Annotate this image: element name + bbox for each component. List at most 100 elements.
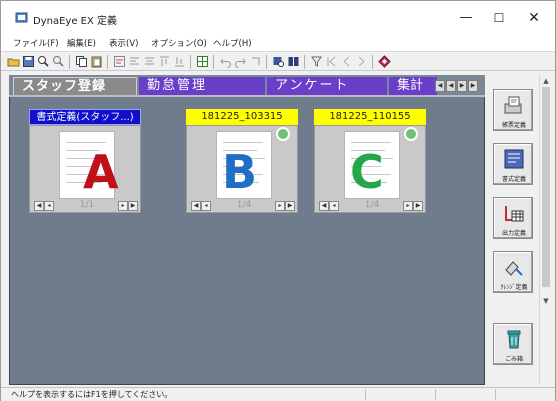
undo-icon[interactable] [219, 55, 232, 68]
cleansing-definition-icon [505, 261, 523, 276]
page-first-icon[interactable] [325, 55, 338, 68]
card-letter: B [222, 145, 258, 199]
maximize-button[interactable]: ☐ [484, 9, 514, 27]
check-badge-icon [276, 127, 290, 141]
side-button-label: ｸﾚﾝｼﾞ定義 [500, 284, 528, 291]
tab-divider [9, 95, 485, 97]
pager-prev-button[interactable]: ◀ [191, 201, 201, 211]
tab-scroll-next-button[interactable]: ▶ [457, 80, 467, 92]
align-left-icon[interactable] [128, 55, 141, 68]
tab-strip: スタッフ登録 勤怠管理 アンケート 集計 ◀ ◀ ▶ ▶ [9, 75, 485, 95]
status-bar: ヘルプを表示するにはF1を押してください。 [1, 387, 555, 401]
toolbar-separator [266, 55, 267, 69]
pager-prev-small-button[interactable]: ◂ [329, 201, 339, 211]
print-preview-icon[interactable] [37, 55, 50, 68]
paste-icon[interactable] [90, 55, 103, 68]
toolbar-separator [69, 55, 70, 69]
tab-scroll-first-button[interactable]: ◀ [435, 80, 445, 92]
menu-file[interactable]: ファイル(F) [13, 37, 59, 49]
scroll-thumb[interactable] [542, 87, 550, 287]
tab-aggregate[interactable]: 集計 [389, 77, 437, 95]
status-text: ヘルプを表示するにはF1を押してください。 [11, 390, 173, 399]
trash-button[interactable]: ごみ箱 [493, 323, 533, 365]
align-bottom-icon[interactable] [173, 55, 186, 68]
tab-survey[interactable]: アンケート [267, 77, 387, 95]
form-card[interactable]: 181225_103315 ◀ ◂ 1/4 ▸ ▶ B [186, 109, 298, 213]
card-label: 181225_103315 [186, 109, 298, 125]
save-icon[interactable] [22, 55, 35, 68]
open-folder-icon[interactable] [7, 55, 20, 68]
trash-icon [507, 330, 521, 349]
pager-next-button[interactable]: ▶ [413, 201, 423, 211]
scroll-down-icon[interactable]: ▼ [542, 297, 550, 305]
form-card[interactable]: 書式定義(スタッフ...) ◀ ◂ 1/1 ▸ ▶ A [29, 109, 141, 213]
side-button-label: 帳票定義 [501, 122, 526, 129]
image-search-icon[interactable] [272, 55, 285, 68]
align-top-icon[interactable] [158, 55, 171, 68]
menu-options[interactable]: オプション(O) [151, 37, 207, 49]
grid-icon[interactable] [196, 55, 209, 68]
status-cell [435, 389, 495, 400]
app-window: DynaEye EX 定義 — ☐ ✕ ファイル(F) 編集(E) 表示(V) … [0, 0, 556, 401]
diamond-icon[interactable] [378, 55, 391, 68]
filter-icon[interactable] [310, 55, 323, 68]
tab-scroll-prev-button[interactable]: ◀ [446, 80, 456, 92]
status-cell [365, 389, 435, 400]
page-indicator: 1/1 [79, 200, 95, 210]
check-badge-icon [404, 127, 418, 141]
menu-bar: ファイル(F) 編集(E) 表示(V) オプション(O) ヘルプ(H) [1, 35, 555, 51]
side-button-label: 書式定義 [501, 176, 526, 183]
card-pager: ◀ ◂ 1/1 ▸ ▶ [34, 200, 138, 212]
card-letter: A [83, 145, 119, 199]
rotate-icon[interactable] [249, 55, 262, 68]
pager-prev-button[interactable]: ◀ [319, 201, 329, 211]
toolbar-separator [107, 55, 108, 69]
format-icon[interactable] [113, 55, 126, 68]
card-letter: C [350, 145, 384, 199]
tab-scroll-last-button[interactable]: ▶ [468, 80, 478, 92]
side-button-label: 出力定義 [501, 230, 526, 237]
format-definition-button[interactable]: 書式定義 [493, 143, 533, 185]
card-pager: ◀ ◂ 1/4 ▸ ▶ [191, 200, 295, 212]
page-indicator: 1/4 [236, 200, 252, 210]
menu-help[interactable]: ヘルプ(H) [213, 37, 252, 49]
form-definition-icon [504, 96, 522, 114]
close-button[interactable]: ✕ [519, 9, 549, 27]
pager-next-small-button[interactable]: ▸ [118, 201, 128, 211]
title-bar[interactable]: DynaEye EX 定義 — ☐ ✕ [1, 1, 555, 35]
app-icon [15, 12, 28, 23]
align-center-icon[interactable] [143, 55, 156, 68]
form-card[interactable]: 181225_110155 ◀ ◂ 1/4 ▸ ▶ C [314, 109, 426, 213]
output-definition-button[interactable]: 出力定義 [493, 197, 533, 239]
page-next-icon[interactable] [355, 55, 368, 68]
scroll-up-icon[interactable]: ▲ [542, 77, 550, 85]
pager-prev-small-button[interactable]: ◂ [44, 201, 54, 211]
toolbar-separator [372, 55, 373, 69]
pager-prev-small-button[interactable]: ◂ [201, 201, 211, 211]
menu-view[interactable]: 表示(V) [109, 37, 138, 49]
page-prev-icon[interactable] [340, 55, 353, 68]
copy-icon[interactable] [75, 55, 88, 68]
pager-next-button[interactable]: ▶ [128, 201, 138, 211]
pager-next-button[interactable]: ▶ [285, 201, 295, 211]
pager-next-small-button[interactable]: ▸ [403, 201, 413, 211]
card-label: 181225_110155 [314, 109, 426, 125]
toolbar-separator [190, 55, 191, 69]
output-definition-icon [505, 206, 524, 222]
tab-staff-registration[interactable]: スタッフ登録 [13, 77, 137, 95]
menu-edit[interactable]: 編集(E) [67, 37, 96, 49]
cleansing-definition-button[interactable]: ｸﾚﾝｼﾞ定義 [493, 251, 533, 293]
format-definition-icon [504, 149, 524, 169]
card-pager: ◀ ◂ 1/4 ▸ ▶ [319, 200, 423, 212]
pager-next-small-button[interactable]: ▸ [275, 201, 285, 211]
book-icon[interactable] [287, 55, 300, 68]
pager-prev-button[interactable]: ◀ [34, 201, 44, 211]
redo-icon[interactable] [234, 55, 247, 68]
toolbar [1, 51, 555, 71]
side-button-label: ごみ箱 [504, 356, 523, 363]
minimize-button[interactable]: — [451, 9, 481, 27]
tab-attendance[interactable]: 勤怠管理 [139, 77, 265, 95]
zoom-icon[interactable] [52, 55, 65, 68]
form-definition-button[interactable]: 帳票定義 [493, 89, 533, 131]
page-indicator: 1/4 [364, 200, 380, 210]
